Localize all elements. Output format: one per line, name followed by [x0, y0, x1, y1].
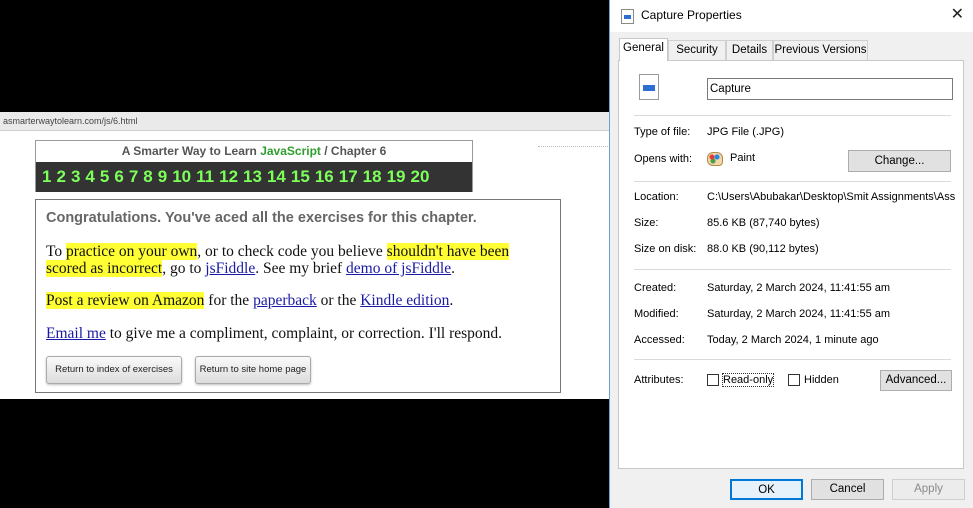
ok-button[interactable]: OK	[730, 479, 803, 500]
url-bar: asmarterwaytolearn.com/js/6.html	[0, 112, 609, 131]
tab-details[interactable]: Details	[726, 40, 773, 60]
accessed-label: Accessed:	[634, 334, 685, 346]
size-on-disk-value: 88.0 KB (90,112 bytes)	[707, 243, 819, 255]
jsfiddle-link[interactable]: jsFiddle	[205, 260, 255, 277]
type-label: Type of file:	[634, 126, 691, 138]
chapter-link[interactable]: 5	[100, 167, 109, 187]
chapter-link[interactable]: 18	[363, 167, 382, 187]
modified-label: Modified:	[634, 308, 679, 320]
highlight-practice: practice on your own	[66, 243, 198, 260]
created-label: Created:	[634, 282, 677, 294]
created-value: Saturday, 2 March 2024, 11:41:55 am	[707, 282, 891, 294]
chapter-header: A Smarter Way to Learn JavaScript / Chap…	[35, 140, 473, 192]
congrats-heading: Congratulations. You've aced all the exe…	[46, 210, 477, 226]
opens-value: Paint	[730, 152, 756, 164]
return-index-button[interactable]: Return to index of exercises	[46, 356, 182, 384]
hidden-label[interactable]: Hidden	[804, 374, 839, 386]
chapter-link[interactable]: 16	[315, 167, 334, 187]
attributes-label: Attributes:	[634, 374, 684, 386]
location-label: Location:	[634, 191, 679, 203]
chapter-link[interactable]: 7	[129, 167, 138, 187]
review-paragraph: Post a review on Amazon for the paperbac…	[46, 292, 454, 309]
return-home-button[interactable]: Return to site home page	[195, 356, 311, 384]
email-link[interactable]: Email me	[46, 325, 106, 342]
title-bar: Capture Properties ✕	[610, 0, 973, 32]
change-button[interactable]: Change...	[848, 150, 951, 172]
tab-security[interactable]: Security	[668, 40, 726, 60]
divider	[634, 359, 951, 360]
chapter-link[interactable]: 2	[56, 167, 65, 187]
readonly-checkbox[interactable]	[707, 374, 719, 386]
modified-value: Saturday, 2 March 2024, 11:41:55 am	[707, 308, 891, 320]
chapter-link[interactable]: 12	[219, 167, 238, 187]
chapter-link[interactable]: 8	[143, 167, 152, 187]
chapter-title: A Smarter Way to Learn JavaScript / Chap…	[121, 144, 387, 158]
paint-icon	[707, 152, 723, 166]
kindle-link[interactable]: Kindle edition	[360, 292, 449, 309]
file-name-input[interactable]	[707, 78, 953, 100]
location-value: C:\Users\Abubakar\Desktop\Smit Assignmen…	[707, 191, 956, 203]
chapter-link[interactable]: 9	[158, 167, 167, 187]
paperback-link[interactable]: paperback	[253, 292, 317, 309]
general-panel: Type of file: JPG File (.JPG) Opens with…	[618, 60, 964, 469]
jpg-file-icon	[639, 74, 659, 100]
opens-label: Opens with:	[634, 153, 693, 165]
size-value: 85.6 KB (87,740 bytes)	[707, 217, 820, 229]
chapter-number-bar: 1 2 3 4 5 6 7 8 9 10 11 12 13 14 15 16 1…	[36, 162, 472, 192]
tab-general[interactable]: General	[619, 38, 668, 61]
chapter-link[interactable]: 20	[411, 167, 430, 187]
readonly-label[interactable]: Read-only	[721, 373, 775, 387]
chapter-link[interactable]: 13	[243, 167, 262, 187]
capture-image: asmarterwaytolearn.com/js/6.html A Smart…	[0, 0, 609, 508]
divider	[634, 115, 951, 116]
chapter-link[interactable]: 1	[42, 167, 51, 187]
advanced-button[interactable]: Advanced...	[880, 370, 952, 391]
divider	[634, 181, 951, 182]
chapter-link[interactable]: 11	[196, 167, 214, 187]
tab-previous-versions[interactable]: Previous Versions	[773, 40, 868, 60]
chapter-link[interactable]: 4	[85, 167, 94, 187]
jsfiddle-demo-link[interactable]: demo of jsFiddle	[346, 260, 451, 277]
practice-paragraph: To practice on your own, or to check cod…	[46, 243, 510, 277]
accessed-value: Today, 2 March 2024, 1 minute ago	[707, 334, 879, 346]
properties-dialog: Capture Properties ✕ General Security De…	[609, 0, 973, 508]
close-icon[interactable]: ✕	[951, 6, 964, 24]
dotted-divider	[538, 146, 608, 147]
email-paragraph: Email me to give me a compliment, compla…	[46, 325, 503, 342]
size-label: Size:	[634, 217, 659, 229]
chapter-link[interactable]: 3	[71, 167, 80, 187]
chapter-link[interactable]: 10	[172, 167, 191, 187]
dialog-title: Capture Properties	[641, 8, 742, 22]
cancel-button[interactable]: Cancel	[811, 479, 884, 500]
chapter-link[interactable]: 15	[291, 167, 310, 187]
highlight-review: Post a review on Amazon	[46, 292, 205, 309]
congrats-box: Congratulations. You've aced all the exe…	[35, 199, 561, 393]
size-on-disk-label: Size on disk:	[634, 243, 697, 255]
divider	[634, 269, 951, 270]
chapter-link[interactable]: 17	[339, 167, 358, 187]
hidden-checkbox[interactable]	[788, 374, 800, 386]
apply-button[interactable]: Apply	[892, 479, 965, 500]
chapter-link[interactable]: 6	[114, 167, 123, 187]
chapter-link[interactable]: 19	[387, 167, 406, 187]
chapter-link[interactable]: 14	[267, 167, 286, 187]
type-value: JPG File (.JPG)	[707, 126, 785, 138]
brand-javascript: JavaScript	[260, 144, 321, 158]
file-icon	[621, 9, 634, 24]
